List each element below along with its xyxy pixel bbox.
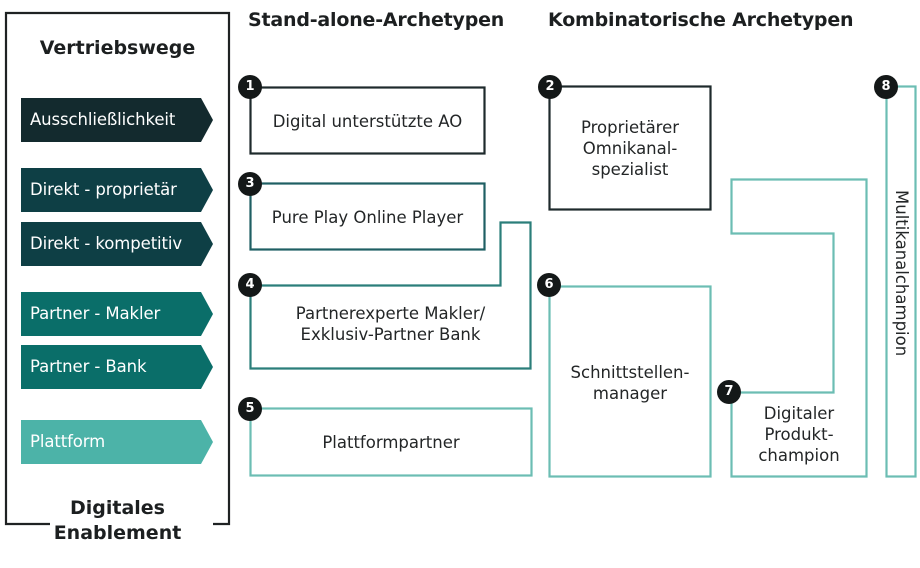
bracket-footer: Digitales Enablement — [6, 496, 229, 546]
standalone-heading: Stand-alone-Archetypen — [248, 9, 505, 31]
channels-title: Vertriebswege — [39, 37, 196, 59]
channel-ausschliesslichkeit: Ausschließlichkeit — [21, 98, 213, 142]
channel-label: Ausschließlichkeit — [30, 110, 176, 129]
label-line: Proprietärer — [580, 118, 680, 137]
badge-8: 8 — [874, 75, 898, 99]
badge-5: 5 — [238, 397, 262, 421]
label-line: Digital unterstützte AO — [272, 112, 463, 131]
archetype-6-label: Schnittstellen- manager — [550, 362, 710, 404]
archetype-diagram: Vertriebswege Ausschließlichkeit Direkt … — [0, 0, 920, 568]
badge-3: 3 — [238, 172, 262, 196]
archetype-7-label: Digitaler Produkt- champion — [732, 403, 866, 466]
badge-1: 1 — [238, 75, 262, 99]
label-line: Exklusiv-Partner Bank — [300, 325, 481, 344]
channel-label: Partner - Bank — [30, 357, 147, 376]
channel-label: Direkt - kompetitiv — [30, 234, 183, 253]
footer-line-2: Enablement — [53, 522, 182, 544]
channel-plattform: Plattform — [21, 420, 213, 464]
archetype-8-label: Multikanalchampion — [892, 190, 911, 357]
label-line: Partnerexperte Makler/ — [295, 304, 486, 323]
label-line: Omnikanal- — [582, 139, 678, 158]
label-line: manager — [592, 384, 668, 403]
channel-label: Plattform — [30, 432, 106, 451]
badge-6: 6 — [537, 273, 561, 297]
archetype-4-label: Partnerexperte Makler/ Exklusiv-Partner … — [251, 303, 530, 345]
label-line: Digitaler — [763, 404, 835, 423]
label-line: spezialist — [591, 160, 669, 179]
archetype-3-label: Pure Play Online Player — [251, 207, 484, 228]
channel-label: Direkt - proprietär — [30, 180, 177, 199]
box-4-outline — [249, 221, 532, 370]
channel-partner-bank: Partner - Bank — [21, 345, 213, 389]
diagram-lines — [4, 11, 917, 526]
channel-direkt-proprietaer: Direkt - proprietär — [21, 168, 213, 212]
label-line: Produkt- — [764, 425, 834, 444]
badge-2: 2 — [538, 75, 562, 99]
badge-4: 4 — [238, 273, 262, 297]
archetype-5-label: Plattformpartner — [251, 432, 531, 453]
channel-partner-makler: Partner - Makler — [21, 292, 213, 336]
archetype-2-label: Proprietärer Omnikanal- spezialist — [550, 117, 710, 180]
channel-direkt-kompetitiv: Direkt - kompetitiv — [21, 222, 213, 266]
footer-line-1: Digitales — [69, 497, 165, 519]
combinatorial-heading: Kombinatorische Archetypen — [548, 9, 854, 31]
label-line: Pure Play Online Player — [271, 208, 464, 227]
label-line: Schnittstellen- — [570, 363, 690, 382]
archetype-1-label: Digital unterstützte AO — [251, 111, 484, 132]
label-line: Plattformpartner — [322, 433, 460, 452]
label-line: champion — [758, 446, 840, 465]
channel-label: Partner - Makler — [30, 304, 161, 323]
badge-7: 7 — [717, 380, 741, 404]
